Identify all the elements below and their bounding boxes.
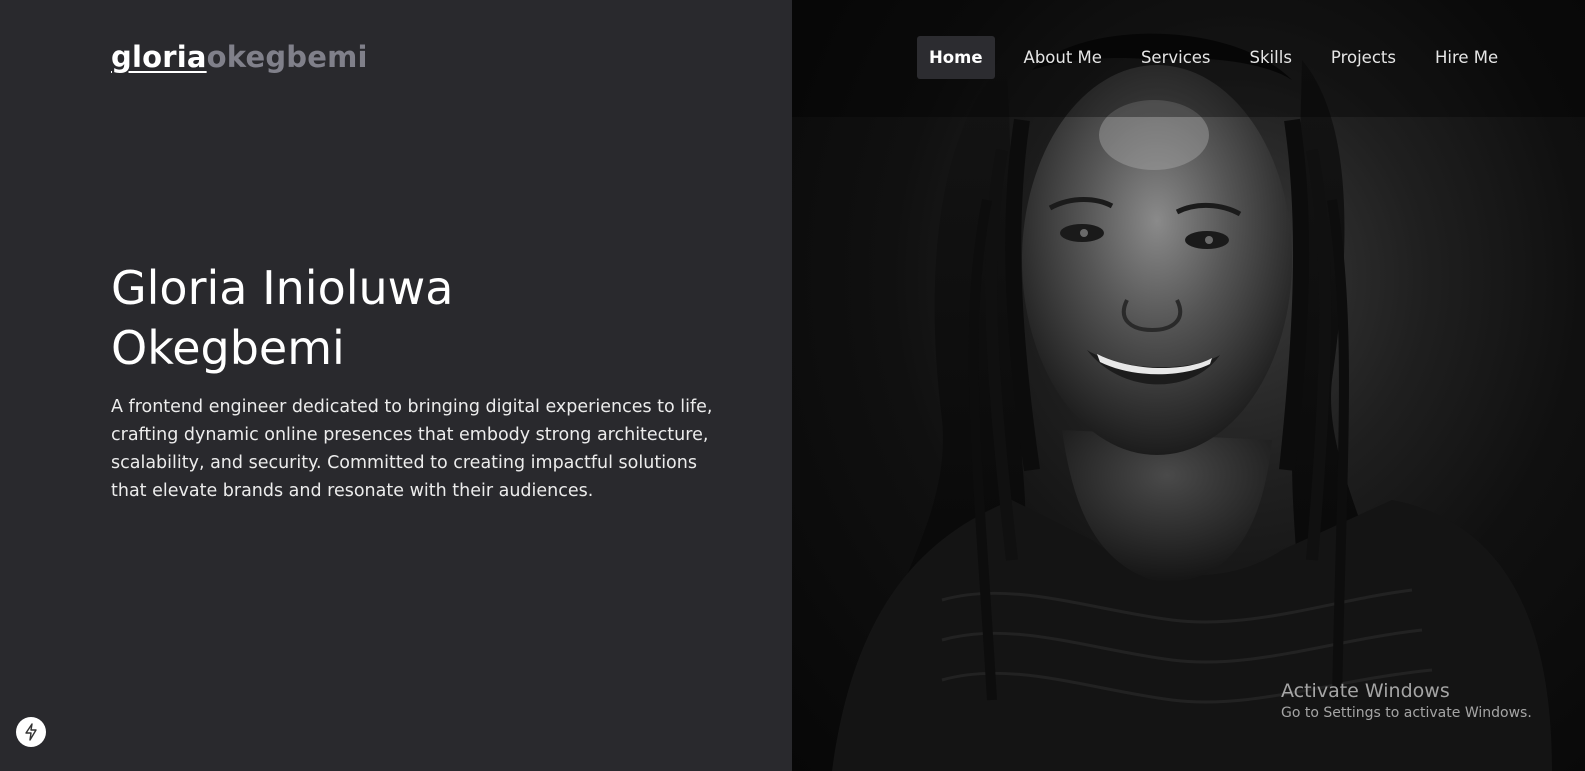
hero-left-panel: gloriaokegbemi Gloria Inioluwa Okegbemi … — [0, 0, 792, 771]
hero-description: A frontend engineer dedicated to bringin… — [111, 397, 713, 501]
hero-name: Gloria Inioluwa Okegbemi — [111, 258, 531, 378]
nav-projects[interactable]: Projects — [1319, 36, 1408, 79]
page: gloriaokegbemi Gloria Inioluwa Okegbemi … — [0, 0, 1585, 771]
hero-name-line1: Gloria Inioluwa — [111, 261, 454, 315]
lightning-bolt-icon — [25, 723, 37, 741]
hero-name-line2: Okegbemi — [111, 321, 345, 375]
nav-services[interactable]: Services — [1129, 36, 1223, 79]
logo-first-name: gloria — [111, 40, 207, 74]
nav-home[interactable]: Home — [917, 36, 995, 79]
nav-about-me[interactable]: About Me — [1012, 36, 1114, 79]
site-logo[interactable]: gloriaokegbemi — [111, 40, 368, 74]
nav-skills[interactable]: Skills — [1238, 36, 1304, 79]
watermark-title: Activate Windows — [1281, 680, 1450, 702]
nav-hire-me[interactable]: Hire Me — [1423, 36, 1510, 79]
logo-last-name: okegbemi — [206, 40, 368, 74]
main-nav: Home About Me Services Skills Projects H… — [917, 36, 1525, 79]
watermark-subtitle: Go to Settings to activate Windows. — [1281, 705, 1532, 721]
windows-activation-watermark: Activate Windows Go to Settings to activ… — [1281, 679, 1532, 723]
bolt-button[interactable] — [16, 717, 46, 747]
